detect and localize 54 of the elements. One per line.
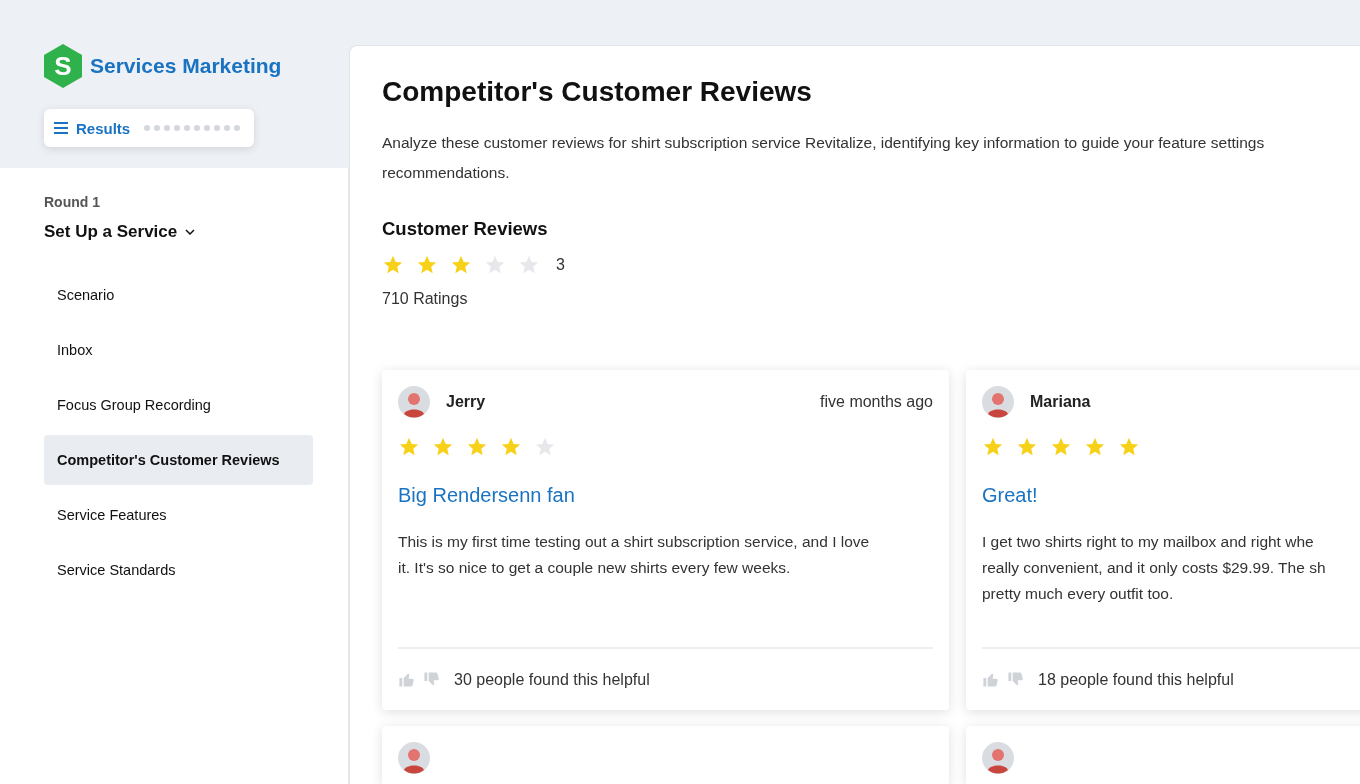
star-icon	[500, 436, 522, 458]
avatar-icon	[398, 386, 430, 418]
description-line: recommendations.	[382, 163, 510, 183]
review-text-line: This is my first time testing out a shirt subscription service, and I love	[398, 532, 870, 552]
review-text-line: I get two shirts right to my mailbox and right whe	[982, 532, 1314, 552]
page-title: Competitor's Customer Reviews	[382, 76, 813, 108]
avatar-icon	[398, 742, 430, 774]
star-icon	[416, 254, 438, 276]
results-button[interactable]: Results	[44, 109, 254, 147]
avatar-icon	[982, 386, 1014, 418]
star-icon	[982, 436, 1004, 458]
brand-name: Services Marketing	[90, 54, 282, 78]
nav-item[interactable]: Inbox	[44, 325, 313, 375]
rating-value: 3	[556, 256, 565, 274]
star-icon	[534, 436, 556, 458]
review-title: Big Rendersenn fan	[398, 484, 575, 507]
menu-icon	[54, 122, 68, 134]
reviewer-name: Mariana	[1030, 393, 1091, 411]
review-time: five months ago	[820, 393, 933, 411]
review-text-line: pretty much every outfit too.	[982, 584, 1174, 604]
avatar-icon	[982, 742, 1014, 774]
thumbs-up-icon[interactable]	[982, 671, 999, 688]
star-icon	[432, 436, 454, 458]
reviewer-name: Jerry	[446, 393, 486, 411]
nav-item[interactable]: Scenario	[44, 270, 313, 320]
star-icon	[382, 254, 404, 276]
star-icon	[1084, 436, 1106, 458]
round-title[interactable]: Set Up a Service	[44, 222, 196, 242]
round-label: Round 1	[44, 194, 101, 210]
helpful-count: 30 people found this helpful	[454, 670, 650, 689]
nav-item[interactable]: Focus Group Recording	[44, 380, 313, 430]
star-icon	[466, 436, 488, 458]
review-title: Great!	[982, 484, 1038, 507]
thumbs-up-icon[interactable]	[398, 671, 415, 688]
thumbs-down-icon[interactable]	[1007, 671, 1024, 688]
star-icon	[1118, 436, 1140, 458]
star-icon	[1050, 436, 1072, 458]
star-icon	[518, 254, 540, 276]
section-heading: Customer Reviews	[382, 218, 549, 240]
nav-item[interactable]: Service Standards	[44, 545, 313, 595]
thumbs-down-icon[interactable]	[423, 671, 440, 688]
star-icon	[398, 436, 420, 458]
star-icon	[484, 254, 506, 276]
chevron-icon	[185, 229, 196, 235]
star-icon	[1016, 436, 1038, 458]
ratings-count: 710 Ratings	[382, 290, 469, 308]
helpful-count: 18 people found this helpful	[1038, 670, 1234, 689]
description-line: Analyze these customer reviews for shirt subscription service Revitalize, identifying key information to guide your feature settings	[382, 133, 1265, 153]
star-icon	[450, 254, 472, 276]
logo-icon: S	[44, 44, 82, 88]
nav-item[interactable]: Competitor's Customer Reviews	[44, 435, 313, 485]
review-text-line: it. It's so nice to get a couple new shirts every few weeks.	[398, 558, 791, 578]
nav-item[interactable]: Service Features	[44, 490, 313, 540]
review-text-line: really convenient, and it only costs $29.99. The sh	[982, 558, 1326, 578]
